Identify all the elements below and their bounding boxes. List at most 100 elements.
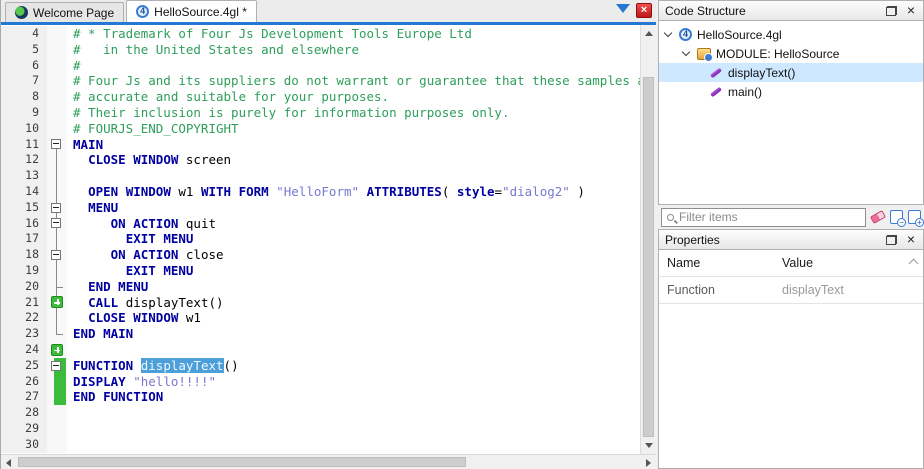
code-line-text[interactable]: END MENU (67, 279, 640, 295)
column-header-name[interactable]: Name (659, 256, 782, 270)
code-line-text[interactable]: # Four Js and its suppliers do not warra… (67, 73, 640, 89)
code-line-text[interactable]: MAIN (67, 137, 640, 153)
code-line[interactable]: 5 # in the United States and elsewhere (1, 41, 640, 58)
tab-welcome-page[interactable]: Welcome Page (5, 2, 125, 22)
code-line[interactable]: 13 (1, 168, 640, 184)
code-line-text[interactable]: # (67, 58, 640, 74)
code-line-text[interactable]: FUNCTION displayText() (67, 357, 640, 374)
code-line-text[interactable] (67, 421, 640, 437)
code-line[interactable]: 8 # accurate and suitable for your purpos… (1, 89, 640, 105)
code-line[interactable]: 4 # * Trademark of Four Js Development To… (1, 26, 640, 42)
tree-item-displaytext[interactable]: displayText() (659, 63, 923, 82)
float-panel-icon[interactable] (886, 5, 897, 16)
tree-item-module-hellosource[interactable]: MODULE: HelloSource (659, 44, 923, 63)
fold-collapse-icon[interactable] (51, 202, 61, 213)
code-line[interactable]: 29 (1, 420, 640, 437)
property-value[interactable]: displayText (782, 283, 923, 297)
side-panels: Code Structure HelloSource.4gl MODULE: He… (658, 0, 924, 469)
float-panel-icon[interactable] (886, 234, 897, 245)
code-line-text[interactable] (67, 168, 640, 184)
code-line[interactable]: 15 MENU (1, 199, 640, 216)
code-line-text[interactable]: EXIT MENU (67, 231, 640, 247)
scroll-up-icon[interactable] (645, 31, 653, 36)
vertical-scroll-thumb[interactable] (643, 77, 654, 437)
close-panel-icon[interactable] (905, 4, 917, 18)
property-row[interactable]: Function displayText (659, 277, 923, 304)
fold-margin[interactable] (47, 357, 67, 374)
code-line[interactable]: 11 MAIN (1, 136, 640, 153)
clear-filter-icon[interactable] (869, 210, 887, 224)
code-line[interactable]: 26 DISPLAY "hello!!!!" (1, 373, 640, 390)
code-line-text[interactable] (67, 405, 640, 421)
code-line[interactable]: 25 FUNCTION displayText() (1, 357, 640, 374)
fold-collapse-icon[interactable] (51, 250, 61, 261)
code-line-text[interactable] (67, 342, 640, 358)
code-line[interactable]: 19 EXIT MENU (1, 262, 640, 279)
horizontal-scroll-thumb[interactable] (18, 457, 466, 467)
code-line[interactable]: 12 CLOSE WINDOW screen (1, 152, 640, 169)
close-panel-icon[interactable] (905, 233, 917, 247)
code-line-text[interactable]: END FUNCTION (67, 389, 640, 405)
fold-margin[interactable] (47, 215, 67, 232)
expand-all-icon[interactable] (908, 210, 924, 227)
code-line-text[interactable]: # FOURJS_END_COPYRIGHT (67, 121, 640, 137)
scroll-right-icon[interactable] (646, 459, 651, 467)
scroll-down-icon[interactable] (645, 443, 653, 448)
code-line[interactable]: 9 # Their inclusion is purely for informa… (1, 104, 640, 121)
code-editor[interactable]: 4 # * Trademark of Four Js Development To… (1, 25, 656, 454)
code-line[interactable]: 10 # FOURJS_END_COPYRIGHT (1, 120, 640, 137)
fold-margin (47, 41, 67, 58)
code-line[interactable]: 28 (1, 405, 640, 421)
line-number: 18 (1, 247, 47, 263)
horizontal-scrollbar[interactable] (1, 454, 656, 469)
code-lines[interactable]: 4 # * Trademark of Four Js Development To… (1, 26, 640, 454)
code-line[interactable]: 18 ON ACTION close (1, 247, 640, 263)
code-line-text[interactable]: # * Trademark of Four Js Development Too… (67, 26, 640, 42)
chevron-down-icon[interactable] (681, 47, 691, 57)
fold-margin[interactable] (47, 136, 67, 153)
fold-margin[interactable] (47, 199, 67, 216)
code-line[interactable]: 23 END MAIN (1, 326, 640, 342)
code-line[interactable]: 30 (1, 436, 640, 453)
chevron-down-icon[interactable] (663, 28, 673, 38)
code-line-text[interactable]: MENU (67, 200, 640, 216)
tab-hellosource-4gl[interactable]: HelloSource.4gl * (126, 0, 257, 22)
collapse-all-icon[interactable] (890, 210, 906, 227)
tree-item-main[interactable]: main() (659, 82, 923, 101)
filter-input[interactable]: Filter items (661, 207, 866, 227)
code-line-text[interactable]: # Their inclusion is purely for informat… (67, 105, 640, 121)
code-line[interactable]: 21 CALL displayText() (1, 294, 640, 311)
code-line[interactable]: 6 # (1, 57, 640, 74)
code-line[interactable]: 17 EXIT MENU (1, 231, 640, 248)
code-line[interactable]: 7 # Four Js and its suppliers do not warr… (1, 73, 640, 90)
fold-collapse-icon[interactable] (51, 360, 61, 371)
code-line-text[interactable] (67, 437, 640, 453)
code-line-text[interactable]: CALL displayText() (67, 295, 640, 311)
code-line-text[interactable]: ON ACTION quit (67, 216, 640, 232)
fold-collapse-icon[interactable] (51, 218, 61, 229)
vertical-scrollbar[interactable] (640, 25, 656, 454)
scroll-left-icon[interactable] (6, 459, 11, 467)
tree-item-hellosource-4gl[interactable]: HelloSource.4gl (659, 25, 923, 44)
code-line[interactable]: 20 END MENU (1, 278, 640, 295)
code-line-text[interactable]: ON ACTION close (67, 247, 640, 263)
code-line-text[interactable]: # accurate and suitable for your purpose… (67, 89, 640, 105)
code-structure-tree[interactable]: HelloSource.4gl MODULE: HelloSource displa… (658, 21, 924, 205)
code-line-text[interactable]: # in the United States and elsewhere (67, 42, 640, 58)
code-line[interactable]: 16 ON ACTION quit (1, 215, 640, 232)
code-line-text[interactable]: END MAIN (67, 326, 640, 342)
code-line-text[interactable]: OPEN WINDOW w1 WITH FORM "HelloForm" ATT… (67, 184, 640, 200)
code-line[interactable]: 22 CLOSE WINDOW w1 (1, 310, 640, 327)
code-line-text[interactable]: DISPLAY "hello!!!!" (67, 374, 640, 390)
code-line-text[interactable]: CLOSE WINDOW w1 (67, 310, 640, 326)
column-header-value[interactable]: Value (782, 256, 923, 270)
code-line[interactable]: 27 END FUNCTION (1, 389, 640, 406)
code-line[interactable]: 24 (1, 341, 640, 358)
tab-list-dropdown-icon[interactable] (616, 4, 630, 13)
code-line-text[interactable]: EXIT MENU (67, 263, 640, 279)
fold-collapse-icon[interactable] (51, 139, 61, 150)
code-line[interactable]: 14 OPEN WINDOW w1 WITH FORM "HelloForm" … (1, 183, 640, 200)
close-tab-button[interactable] (636, 3, 652, 18)
fold-margin[interactable] (47, 247, 67, 263)
code-line-text[interactable]: CLOSE WINDOW screen (67, 152, 640, 168)
